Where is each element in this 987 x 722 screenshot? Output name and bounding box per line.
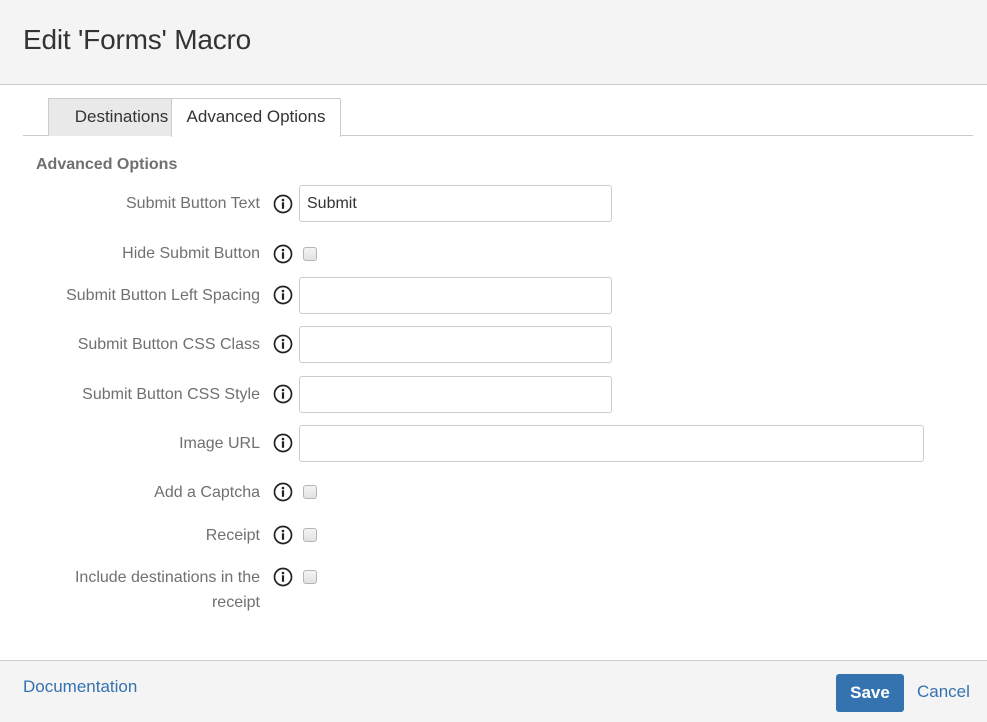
submit-button-left-spacing-input[interactable]	[299, 277, 612, 314]
edit-macro-dialog: Edit 'Forms' Macro Destinations Advanced…	[0, 0, 987, 722]
field-label-line-2: receipt	[211, 594, 260, 611]
dialog-title: Edit 'Forms' Macro	[23, 24, 252, 55]
dialog-footer: Documentation Save Cancel	[0, 660, 987, 722]
include-destinations-checkbox[interactable]	[303, 570, 317, 584]
field-label: Image URL	[179, 435, 260, 452]
info-icon[interactable]	[273, 384, 293, 404]
save-button[interactable]: Save	[836, 674, 904, 712]
cancel-button[interactable]: Cancel	[917, 682, 970, 702]
field-label: Add a Captcha	[154, 484, 260, 501]
submit-button-css-style-input[interactable]	[299, 376, 612, 413]
section-title: Advanced Options	[36, 156, 178, 173]
image-url-input[interactable]	[299, 425, 924, 462]
field-label: Include destinations in the receipt	[20, 565, 260, 615]
info-icon[interactable]	[273, 525, 293, 545]
submit-button-text-input[interactable]	[299, 185, 612, 222]
tab-bar: Destinations Advanced Options	[23, 98, 973, 137]
submit-button-css-class-input[interactable]	[299, 326, 612, 363]
field-label: Submit Button CSS Style	[82, 386, 260, 403]
hide-submit-button-checkbox[interactable]	[303, 247, 317, 261]
receipt-checkbox[interactable]	[303, 528, 317, 542]
field-label: Submit Button Text	[126, 195, 260, 212]
info-icon[interactable]	[273, 433, 293, 453]
info-icon[interactable]	[273, 482, 293, 502]
add-captcha-checkbox[interactable]	[303, 485, 317, 499]
info-icon[interactable]	[273, 567, 293, 587]
field-label-line-1: Include destinations in the	[74, 569, 260, 586]
dialog-header: Edit 'Forms' Macro	[0, 0, 987, 85]
documentation-link[interactable]: Documentation	[23, 677, 137, 697]
field-label: Submit Button CSS Class	[77, 336, 260, 353]
tab-advanced-options[interactable]: Advanced Options	[171, 98, 341, 137]
info-icon[interactable]	[273, 244, 293, 264]
info-icon[interactable]	[273, 334, 293, 354]
info-icon[interactable]	[273, 194, 293, 214]
field-label: Receipt	[205, 527, 260, 544]
field-label: Submit Button Left Spacing	[66, 287, 260, 304]
info-icon[interactable]	[273, 285, 293, 305]
field-label: Hide Submit Button	[122, 245, 260, 262]
